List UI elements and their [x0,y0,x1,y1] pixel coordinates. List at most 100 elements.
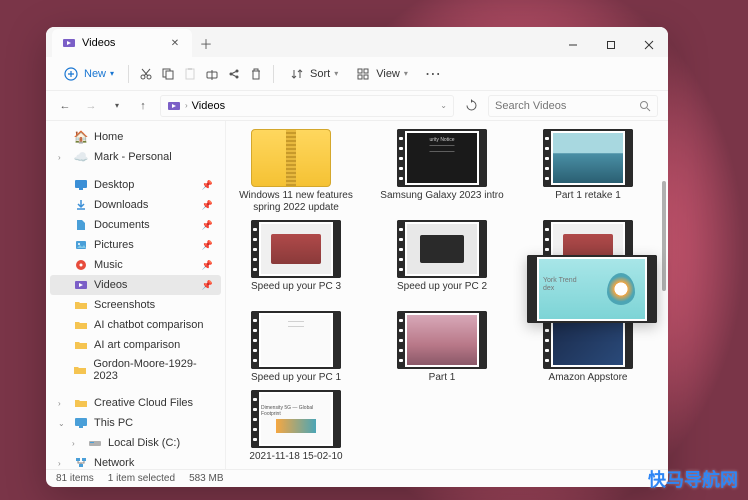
status-count: 81 items [56,473,94,484]
sidebar-item-downloads[interactable]: Downloads📌 [50,195,221,215]
sidebar-item-ccf[interactable]: ›Creative Cloud Files [50,393,221,413]
cloud-icon: ☁️ [74,150,88,164]
sidebar-item-home[interactable]: 🏠Home [50,127,221,147]
folder-icon [74,338,88,352]
chevron-right-icon[interactable]: › [58,153,68,162]
copy-icon[interactable] [159,65,177,83]
chevron-right-icon[interactable]: › [58,459,68,468]
back-button[interactable]: ← [56,97,74,115]
file-item[interactable]: Speed up your PC 3 [230,220,362,305]
new-label: New [84,68,106,80]
close-button[interactable] [630,33,668,57]
sidebar-item-gordon[interactable]: Gordon-Moore-1929-2023 [50,355,221,385]
more-icon[interactable]: ⋯ [424,65,442,83]
paste-icon[interactable] [181,65,199,83]
pictures-icon [74,238,88,252]
file-item[interactable]: Dimensity 5G — Global Footprint 2021-11-… [230,390,362,463]
new-tab-button[interactable]: ＋ [192,29,220,57]
chevron-right-icon[interactable]: › [58,399,68,408]
scrollbar[interactable] [662,121,666,469]
search-box[interactable] [488,95,658,117]
file-name: Samsung Galaxy 2023 intro [380,190,503,202]
pin-icon: 📌 [202,240,213,251]
file-item[interactable]: ———————— Speed up your PC 1 [230,311,362,384]
forward-button[interactable]: → [82,97,100,115]
sort-icon [288,65,306,83]
home-icon: 🏠 [74,130,88,144]
delete-icon[interactable] [247,65,265,83]
window-controls [554,33,668,57]
sort-button[interactable]: Sort ▾ [282,61,344,87]
file-name: Part 1 retake 1 [555,190,621,202]
view-label: View [376,68,400,80]
sidebar-item-documents[interactable]: Documents📌 [50,215,221,235]
recent-button[interactable]: ▾ [108,97,126,115]
sidebar-item-screenshots[interactable]: Screenshots [50,295,221,315]
file-item[interactable]: urity Notice—————————— Samsung Galaxy 20… [376,129,508,214]
pc-icon [74,416,88,430]
file-item[interactable]: Part 1 retake 1 [522,129,654,214]
sidebar-item-ai-chatbot[interactable]: AI chatbot comparison [50,315,221,335]
file-item[interactable]: Windows 11 new features spring 2022 upda… [230,129,362,214]
sidebar-item-music[interactable]: Music📌 [50,255,221,275]
sidebar-item-network[interactable]: ›Network [50,453,221,469]
share-icon[interactable] [225,65,243,83]
video-thumb: ———————— [251,311,341,369]
new-button[interactable]: New ▾ [56,61,120,87]
scroll-thumb[interactable] [662,181,666,291]
file-name: 2021-11-18 15-02-10 [249,451,342,463]
folder-icon [74,318,88,332]
divider [128,65,129,83]
file-item[interactable]: Part 1 [376,311,508,384]
view-button[interactable]: View ▾ [348,61,414,87]
file-name: Amazon Appstore [549,372,628,384]
video-thumb: urity Notice—————————— [397,129,487,187]
video-icon [167,99,181,113]
plus-circle-icon [62,65,80,83]
downloads-icon [74,198,88,212]
sidebar-item-ai-art[interactable]: AI art comparison [50,335,221,355]
minimize-button[interactable] [554,33,592,57]
sidebar-item-thispc[interactable]: ⌄This PC [50,413,221,433]
sidebar-item-localdisk[interactable]: ›Local Disk (C:) [50,433,221,453]
chevron-right-icon[interactable]: › [72,439,82,448]
search-input[interactable] [495,100,639,112]
view-icon [354,65,372,83]
up-button[interactable]: ↑ [134,97,152,115]
refresh-button[interactable] [462,97,480,115]
status-size: 583 MB [189,473,223,484]
chevron-down-icon: ▾ [110,69,114,78]
sidebar-item-videos[interactable]: Videos📌 [50,275,221,295]
sidebar-item-desktop[interactable]: Desktop📌 [50,175,221,195]
sidebar-item-pictures[interactable]: Pictures📌 [50,235,221,255]
maximize-button[interactable] [592,33,630,57]
file-name: Speed up your PC 2 [397,281,487,293]
pin-icon: 📌 [202,260,213,271]
video-thumb: Dimensity 5G — Global Footprint [251,390,341,448]
video-thumb [397,311,487,369]
folder-icon [74,298,88,312]
sidebar: 🏠Home ›☁️Mark - Personal Desktop📌 Downlo… [46,121,226,469]
breadcrumb-item[interactable]: Videos [192,100,225,112]
chevron-down-icon[interactable]: ⌄ [58,419,68,428]
pin-icon: 📌 [202,220,213,231]
chevron-down-icon[interactable]: ⌄ [440,101,447,110]
sort-label: Sort [310,68,330,80]
breadcrumb[interactable]: › Videos ⌄ [160,95,454,117]
sidebar-item-onedrive[interactable]: ›☁️Mark - Personal [50,147,221,167]
zip-icon [251,129,331,187]
file-item[interactable]: Speed up your PC 2 [376,220,508,305]
video-thumb [397,220,487,278]
tab-videos[interactable]: Videos ✕ [52,29,192,57]
chevron-down-icon: ▾ [334,69,338,78]
folder-icon [73,363,87,377]
rename-icon[interactable] [203,65,221,83]
video-icon [74,278,88,292]
titlebar: Videos ✕ ＋ [46,27,668,57]
preview-tooltip: York Trenddex [527,255,657,323]
cut-icon[interactable] [137,65,155,83]
desktop-icon [74,178,88,192]
close-tab-icon[interactable]: ✕ [168,36,182,50]
file-name: Speed up your PC 3 [251,281,341,293]
divider [273,65,274,83]
